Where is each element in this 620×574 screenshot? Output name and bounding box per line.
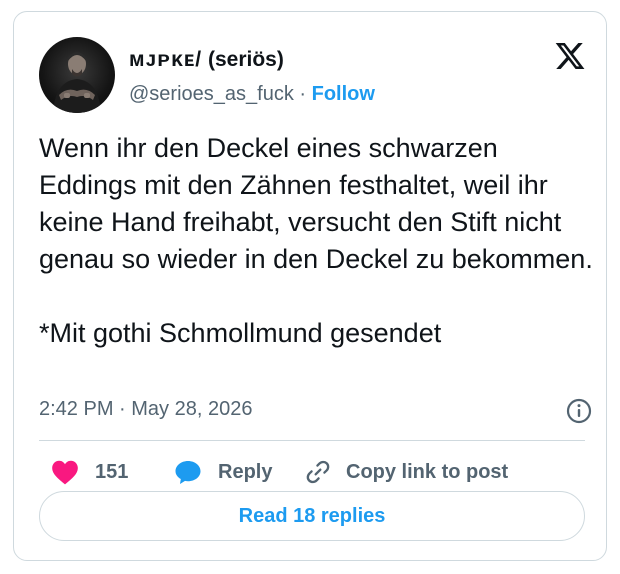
author-display-name[interactable]: ᴍᴊᴘᴋᴇ/ (seriös)	[129, 47, 284, 73]
display-name-glyphs: ᴍᴊᴘᴋᴇ/	[129, 48, 203, 71]
author-handle[interactable]: @serioes_as_fuck	[129, 83, 294, 105]
divider	[39, 440, 585, 441]
display-name-suffix: (seriös)	[207, 48, 284, 71]
copy-link-label: Copy link to post	[346, 460, 509, 483]
read-replies-label: Read 18 replies	[238, 504, 386, 527]
tweet-timestamp[interactable]: 2:42 PM · May 28, 2026	[39, 396, 252, 422]
separator-dot: ·	[299, 83, 307, 105]
follow-link[interactable]: Follow	[312, 83, 375, 105]
read-replies-button[interactable]: Read 18 replies	[39, 491, 585, 541]
author-handle-row: @serioes_as_fuck · Follow	[129, 81, 375, 107]
person-portrait-icon	[53, 52, 101, 113]
tweet-text: Wenn ihr den Deckel eines schwarzen Eddi…	[39, 133, 593, 348]
like-button[interactable]: 151	[51, 457, 128, 487]
info-icon[interactable]	[565, 397, 593, 425]
tweet-card: ᴍᴊᴘᴋᴇ/ (seriös) @serioes_as_fuck · Follo…	[13, 11, 607, 561]
reply-label: Reply	[218, 460, 273, 483]
like-count: 151	[95, 460, 129, 483]
reply-button[interactable]: Reply	[174, 457, 272, 487]
heart-icon	[52, 460, 78, 485]
link-icon	[306, 460, 330, 484]
reply-bubble-icon	[175, 461, 201, 484]
copy-link-button[interactable]: Copy link to post	[304, 457, 508, 487]
avatar[interactable]	[39, 37, 115, 113]
x-logo-icon[interactable]	[554, 40, 586, 72]
